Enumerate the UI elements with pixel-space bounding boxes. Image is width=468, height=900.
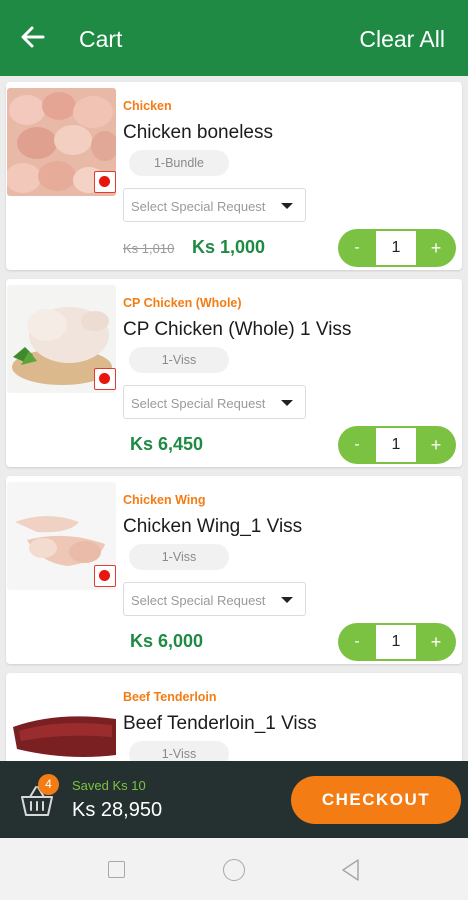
unit-chip: 1-Viss (129, 741, 229, 761)
special-request-select[interactable]: Select Special Request (123, 188, 306, 222)
caret-down-icon (281, 400, 293, 406)
item-name: Beef Tenderloin_1 Viss (123, 713, 317, 734)
increase-button[interactable]: + (416, 229, 456, 267)
item-category: CP Chicken (Whole) (123, 296, 242, 310)
red-dot-icon (94, 565, 116, 587)
caret-down-icon (281, 203, 293, 209)
item-name: Chicken Wing_1 Viss (123, 516, 303, 537)
caret-down-icon (281, 597, 293, 603)
item-category: Chicken Wing (123, 493, 206, 507)
quantity-stepper: - 1 + (338, 623, 456, 661)
cart-item: Chicken Chicken boneless 1-Bundle Select… (6, 82, 462, 270)
item-price: Ks 1,000 (192, 237, 266, 257)
red-dot-icon (94, 171, 116, 193)
product-image (7, 703, 116, 761)
page-title: Cart (79, 26, 123, 52)
special-request-placeholder: Select Special Request (131, 593, 266, 608)
unit-chip: 1-Viss (129, 347, 229, 373)
circle-icon[interactable] (223, 859, 245, 881)
square-icon[interactable] (108, 861, 125, 878)
cart-item: Chicken Wing Chicken Wing_1 Viss 1-Viss … (6, 476, 462, 664)
checkout-bar: 4 Saved Ks 10 Ks 28,950 CHECKOUT (0, 761, 468, 838)
item-name: CP Chicken (Whole) 1 Viss (123, 319, 352, 340)
special-request-select[interactable]: Select Special Request (123, 582, 306, 616)
decrease-button[interactable]: - (338, 623, 376, 661)
increase-button[interactable]: + (416, 623, 456, 661)
item-name: Chicken boneless (123, 122, 273, 143)
cart-count-badge: 4 (38, 774, 59, 795)
decrease-button[interactable]: - (338, 229, 376, 267)
cart-total: Ks 28,950 (72, 799, 163, 821)
app-bar: Cart Clear All (0, 0, 468, 76)
triangle-back-icon[interactable] (340, 858, 360, 882)
unit-chip: 1-Viss (129, 544, 229, 570)
quantity-value[interactable]: 1 (376, 428, 416, 462)
quantity-value[interactable]: 1 (376, 625, 416, 659)
cart-list[interactable]: Chicken Chicken boneless 1-Bundle Select… (0, 76, 468, 761)
unit-chip: 1-Bundle (129, 150, 229, 176)
arrow-left-icon[interactable] (18, 22, 48, 52)
special-request-placeholder: Select Special Request (131, 199, 266, 214)
quantity-value[interactable]: 1 (376, 231, 416, 265)
quantity-stepper: - 1 + (338, 426, 456, 464)
item-category: Beef Tenderloin (123, 690, 217, 704)
checkout-button[interactable]: CHECKOUT (291, 776, 461, 824)
saved-amount: Saved Ks 10 (72, 778, 146, 793)
old-price: Ks 1,010 (123, 241, 175, 256)
item-category: Chicken (123, 99, 172, 113)
special-request-select[interactable]: Select Special Request (123, 385, 306, 419)
item-price: Ks 6,450 (130, 434, 204, 454)
cart-item: CP Chicken (Whole) CP Chicken (Whole) 1 … (6, 279, 462, 467)
increase-button[interactable]: + (416, 426, 456, 464)
quantity-stepper: - 1 + (338, 229, 456, 267)
special-request-placeholder: Select Special Request (131, 396, 266, 411)
cart-item: Beef Tenderloin Beef Tenderloin_1 Viss 1… (6, 673, 462, 761)
red-dot-icon (94, 368, 116, 390)
clear-all-button[interactable]: Clear All (359, 26, 445, 53)
system-nav-bar (0, 838, 468, 900)
item-price: Ks 6,000 (130, 631, 204, 651)
decrease-button[interactable]: - (338, 426, 376, 464)
